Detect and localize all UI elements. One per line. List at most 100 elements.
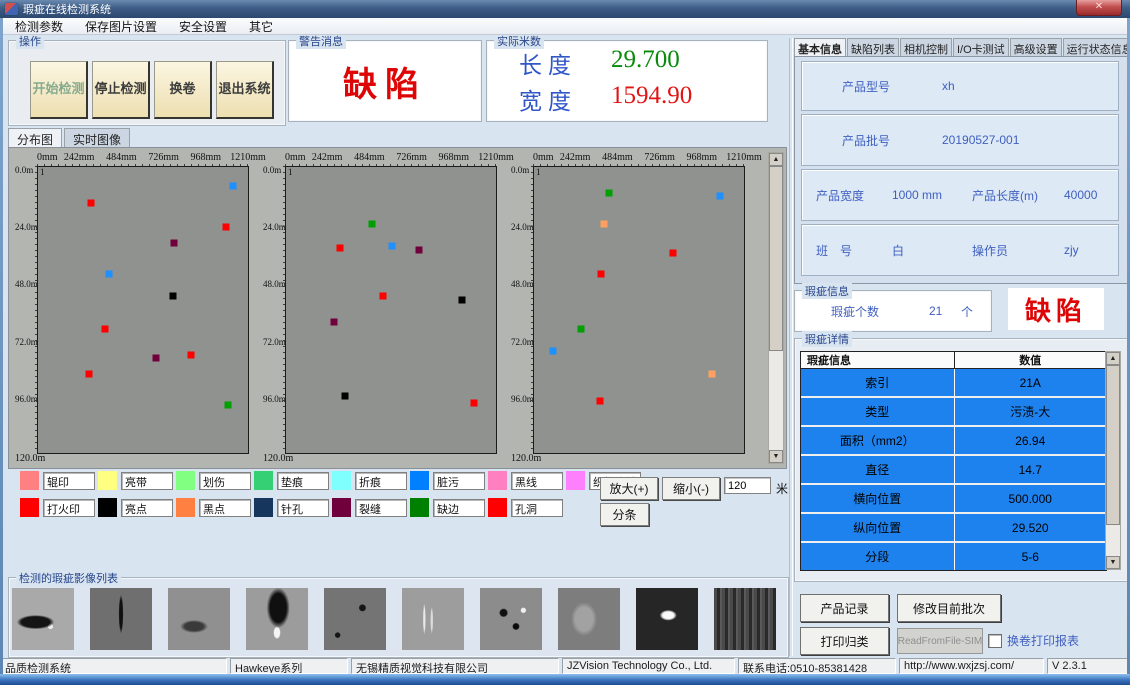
- right-tab-5[interactable]: 高级设置: [1010, 38, 1062, 56]
- zoom-out-button[interactable]: 缩小(-): [662, 477, 720, 500]
- table-row[interactable]: 横向位置500.000: [801, 485, 1106, 514]
- exit-system-button[interactable]: 退出系统: [216, 61, 274, 119]
- zoom-in-button[interactable]: 放大(+): [600, 477, 658, 500]
- defect-thumbnail-2[interactable]: [90, 588, 152, 650]
- defect-thumbnail-5[interactable]: [324, 588, 386, 650]
- table-cell: 21A: [954, 369, 1107, 396]
- menu-item-1[interactable]: 检测参数: [4, 18, 74, 35]
- defect-point: [102, 326, 109, 333]
- x-tick-label: 1210mm: [230, 152, 266, 163]
- defect-thumbnail-8[interactable]: [558, 588, 620, 650]
- right-tab-2[interactable]: 缺陷列表: [847, 38, 899, 56]
- menu-bar: 检测参数保存图片设置安全设置其它: [0, 18, 1130, 35]
- warning-group: 警告消息 缺陷: [288, 40, 482, 122]
- view-tab-2[interactable]: 实时图像: [64, 128, 130, 147]
- y-axis-ruler: 0.0m24.0m48.0m72.0m96.0m: [263, 166, 285, 452]
- operation-buttons: 开始检测 停止检测 换卷 退出系统: [30, 61, 274, 119]
- table-row[interactable]: 类型污渍-大: [801, 398, 1106, 427]
- legend-swatch: [20, 471, 39, 490]
- defect-point: [368, 221, 375, 228]
- legend-label: 亮带: [121, 472, 173, 490]
- table-header-cell: 数值: [954, 352, 1107, 368]
- plot-corner-marker: 1: [288, 167, 293, 177]
- meters-input[interactable]: [724, 477, 771, 494]
- meters-values: 长度 29.700 宽度 1594.90: [519, 46, 692, 116]
- legend-row-1: 辊印亮带划伤垫痕折痕脏污黑线织构连绵: [20, 471, 644, 490]
- table-row[interactable]: 纵向位置29.520: [801, 514, 1106, 543]
- reprint-checkbox-wrap: 换卷打印报表: [988, 632, 1079, 649]
- change-roll-button[interactable]: 换卷: [154, 61, 212, 119]
- chart-panel-1: 0mm242mm484mm726mm968mm1210mm0.0m24.0m48…: [15, 152, 259, 465]
- defect-count-line: 瑕疵个数 21 个: [831, 291, 973, 331]
- defect-point: [223, 223, 230, 230]
- product-length-label: 产品长度(m): [972, 187, 1064, 204]
- split-button[interactable]: 分条: [600, 503, 649, 526]
- scroll-up-icon[interactable]: ▲: [769, 153, 783, 166]
- legend-label: 针孔: [277, 499, 329, 517]
- modify-batch-button[interactable]: 修改目前批次: [897, 594, 1001, 622]
- defect-point: [577, 326, 584, 333]
- product-length-value: 40000: [1064, 188, 1118, 202]
- defect-count-label: 瑕疵个数: [831, 303, 929, 320]
- title-bar: 瑕疵在线检测系统 ✕: [0, 0, 1130, 18]
- defect-point: [85, 371, 92, 378]
- defect-thumbnail-9[interactable]: [636, 588, 698, 650]
- legend-swatch: [176, 498, 195, 517]
- scrollbar-thumb[interactable]: [1106, 365, 1120, 525]
- table-row[interactable]: 分段5-6: [801, 543, 1106, 570]
- defect-thumbnail-4[interactable]: [246, 588, 308, 650]
- read-from-file-button[interactable]: ReadFromFile-SIM: [897, 628, 983, 654]
- table-row[interactable]: 直径14.7: [801, 456, 1106, 485]
- status-segment-2: Hawkeye系列: [230, 658, 348, 674]
- right-tab-4[interactable]: I/O卡测试: [953, 38, 1009, 56]
- y-tick-label: 72.0m: [15, 337, 38, 347]
- product-record-button[interactable]: 产品记录: [800, 594, 889, 622]
- print-classify-button[interactable]: 打印归类: [800, 627, 889, 655]
- x-tick-label: 484mm: [602, 152, 633, 163]
- defect-point: [598, 271, 605, 278]
- y-tick-label: 48.0m: [263, 279, 286, 289]
- stop-detect-button[interactable]: 停止检测: [92, 61, 150, 119]
- menu-item-2[interactable]: 保存图片设置: [74, 18, 168, 35]
- scroll-down-icon[interactable]: ▼: [769, 450, 783, 463]
- right-tab-1[interactable]: 基本信息: [794, 38, 846, 56]
- legend-item: 脏污: [410, 471, 485, 490]
- scrollbar-thumb[interactable]: [769, 166, 783, 351]
- legend-swatch: [488, 471, 507, 490]
- legend-label: 辊印: [43, 472, 95, 490]
- chart-panel-3: 0mm242mm484mm726mm968mm1210mm0.0m24.0m48…: [511, 152, 755, 465]
- reprint-checkbox[interactable]: [988, 634, 1002, 648]
- defect-thumbnail-10[interactable]: [714, 588, 776, 650]
- defect-thumbnail-3[interactable]: [168, 588, 230, 650]
- defect-thumbnail-6[interactable]: [402, 588, 464, 650]
- shift-label: 班 号: [816, 242, 892, 259]
- right-tab-6[interactable]: 运行状态信息: [1063, 38, 1130, 56]
- chart-scrollbar[interactable]: ▲ ▼: [768, 152, 784, 464]
- table-row[interactable]: 索引21A: [801, 369, 1106, 398]
- scroll-down-icon[interactable]: ▼: [1106, 556, 1120, 569]
- defect-thumbnail-7[interactable]: [480, 588, 542, 650]
- product-size-field: 产品宽度 1000 mm 产品长度(m) 40000: [801, 169, 1119, 221]
- right-tab-3[interactable]: 相机控制: [900, 38, 952, 56]
- menu-item-3[interactable]: 安全设置: [168, 18, 238, 35]
- start-detect-button[interactable]: 开始检测: [30, 61, 88, 119]
- defect-table-scrollbar[interactable]: ▲ ▼: [1105, 351, 1121, 570]
- view-tab-1[interactable]: 分布图: [8, 128, 62, 147]
- table-cell: 26.94: [954, 427, 1107, 454]
- defect-count-unit: 个: [961, 303, 973, 320]
- table-header-row: 瑕疵信息数值: [801, 352, 1106, 369]
- legend-item: 亮带: [98, 471, 173, 490]
- scroll-up-icon[interactable]: ▲: [1106, 352, 1120, 365]
- defect-count-value: 21: [929, 304, 961, 318]
- legend-label: 缺边: [433, 499, 485, 517]
- legend-swatch: [254, 498, 273, 517]
- table-row[interactable]: 面积（mm2）26.94: [801, 427, 1106, 456]
- defect-point: [606, 190, 613, 197]
- legend-swatch: [410, 498, 429, 517]
- length-label: 长度: [519, 46, 611, 80]
- y-axis-end-label: 120.0m: [15, 453, 45, 464]
- menu-item-4[interactable]: 其它: [238, 18, 284, 35]
- close-button[interactable]: ✕: [1076, 0, 1122, 16]
- x-tick-label: 242mm: [312, 152, 343, 163]
- defect-thumbnail-1[interactable]: [12, 588, 74, 650]
